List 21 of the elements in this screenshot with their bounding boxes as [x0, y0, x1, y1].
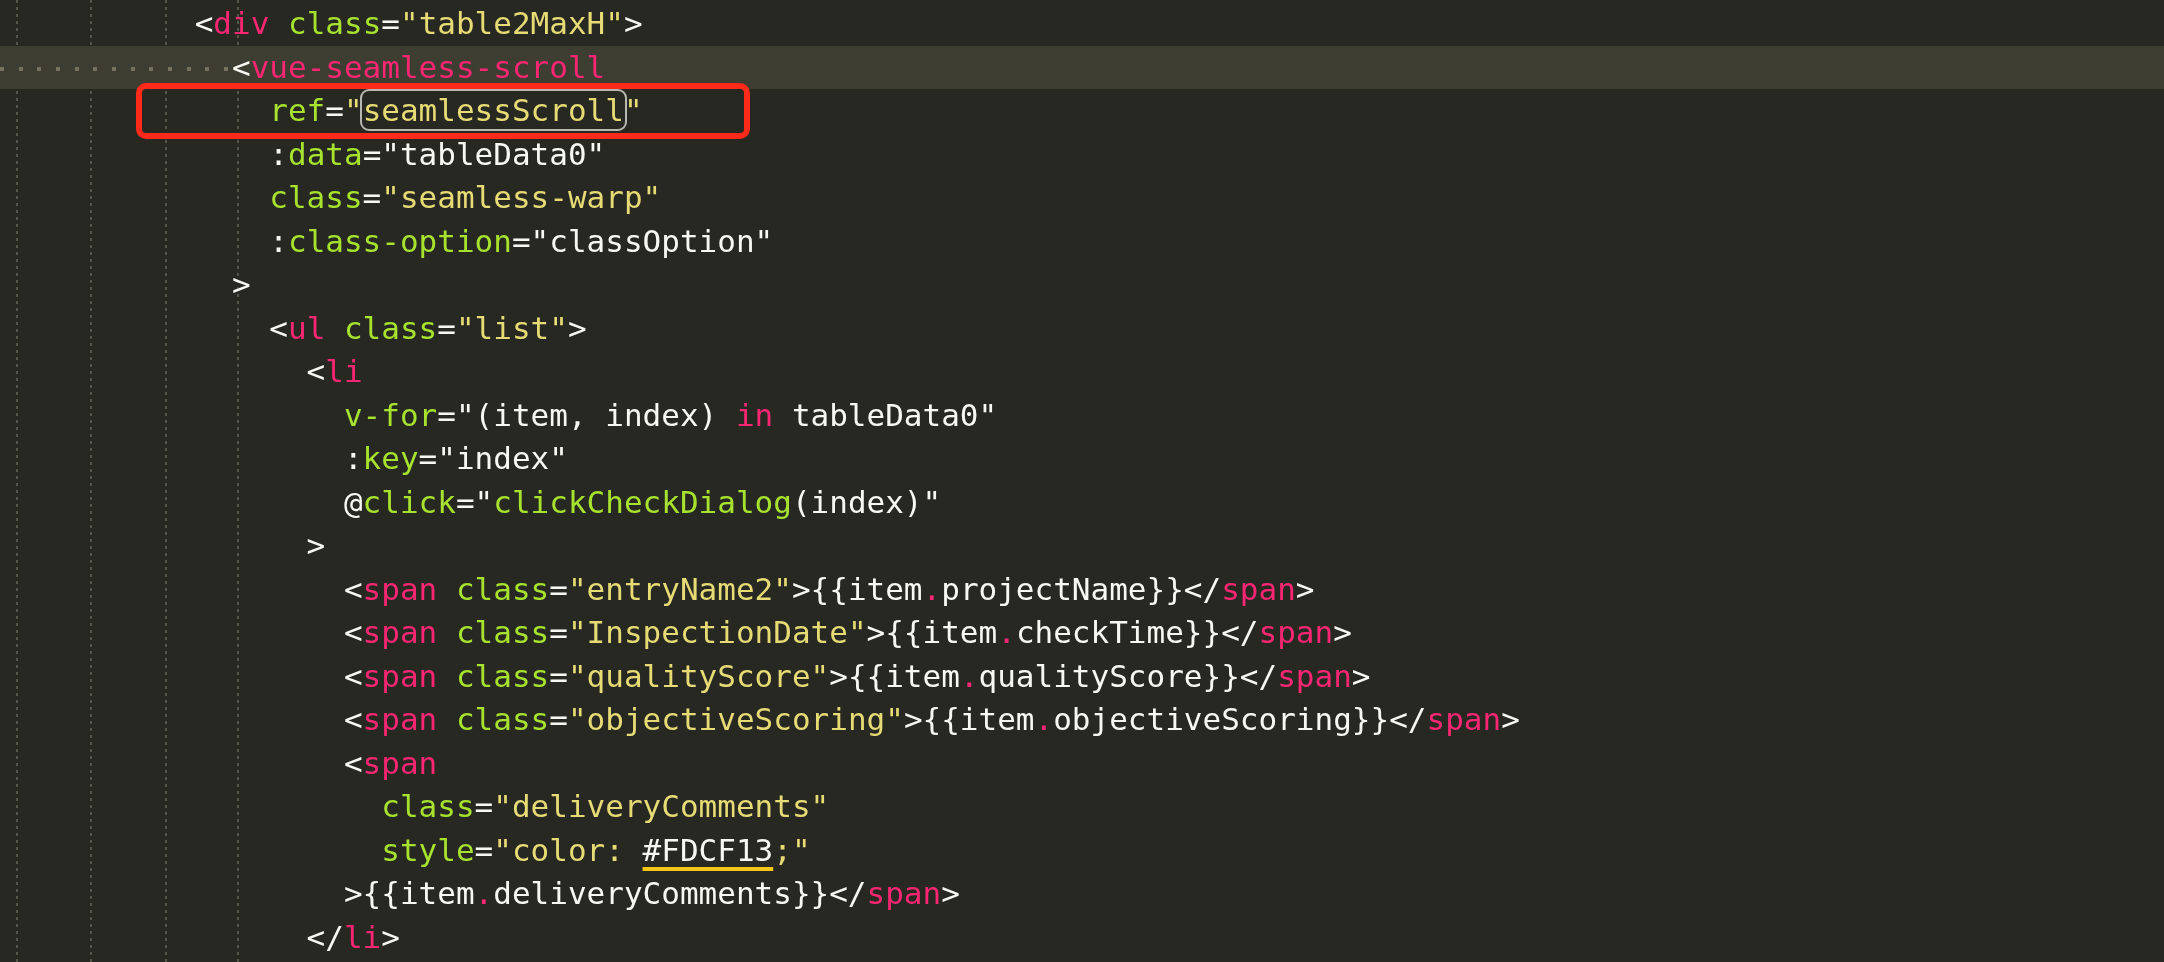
code-line: <li	[305, 352, 364, 391]
code-line: class="deliveryComments"	[380, 787, 831, 826]
code-line: v-for="(item, index) in tableData0"	[342, 395, 999, 435]
code-line: >{{item.deliveryComments}}</span>	[342, 874, 961, 913]
code-line: style="color: #FDCF13;"	[380, 830, 812, 870]
code-line: <span class="objectiveScoring">{{item.objectiveScoring}}</span>	[342, 700, 1521, 739]
code-line: <span class="qualityScore">{{item.qualityScore}}</span>	[342, 656, 1372, 696]
code-line: @click="clickCheckDialog(index)"	[342, 482, 943, 522]
code-line: <span class="InspectionDate">{{item.checkTime}}</span>	[342, 613, 1353, 652]
code-line: <span	[342, 743, 439, 783]
code-line: :class-option="classOption"	[268, 221, 775, 261]
code-line: </li>	[305, 917, 401, 957]
code-line: <span class="entryName2">{{item.projectName}}</span>	[342, 569, 1316, 609]
code-line: :data="tableData0"	[268, 134, 607, 174]
code-line: ref="seamlessScroll"	[0, 89, 2164, 133]
code-line: :key="index"	[342, 439, 569, 478]
code-line: >	[230, 265, 252, 304]
code-line: class="seamless-warp"	[268, 178, 663, 217]
code-line: >	[305, 526, 327, 565]
code-line: <ul class="list">	[268, 308, 588, 348]
code-line: <div class="table2MaxH">	[193, 4, 644, 43]
